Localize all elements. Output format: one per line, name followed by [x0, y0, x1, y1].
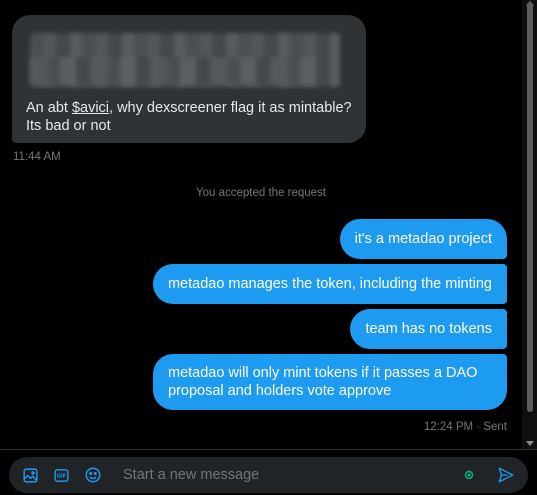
- message-thread: An abt $avici, why dexscreener flag it a…: [0, 0, 522, 450]
- image-icon[interactable]: [16, 457, 44, 493]
- incoming-timestamp: 11:44 AM: [13, 151, 61, 163]
- svg-text:GIF: GIF: [56, 473, 65, 479]
- outgoing-message-bubble[interactable]: metadao manages the token, including the…: [152, 264, 507, 304]
- status-dot-icon: [455, 457, 483, 493]
- outgoing-message-bubble[interactable]: metadao will only mint tokens if it pass…: [153, 354, 507, 410]
- message-input[interactable]: [123, 457, 453, 493]
- composer-bar: GIF: [0, 449, 537, 495]
- cashtag-link[interactable]: $avici: [72, 100, 109, 116]
- system-note: You accepted the request: [195, 187, 326, 199]
- outgoing-status: 12:24 PM · Sent: [423, 421, 507, 433]
- outgoing-message-bubble[interactable]: it's a metadao project: [339, 219, 507, 259]
- emoji-icon[interactable]: [79, 457, 107, 493]
- gif-icon[interactable]: GIF: [47, 457, 75, 493]
- incoming-message-bubble[interactable]: An abt $avici, why dexscreener flag it a…: [12, 15, 366, 143]
- scrollbar[interactable]: [522, 0, 537, 450]
- send-icon[interactable]: [492, 457, 520, 493]
- scrollbar-thumb[interactable]: [527, 2, 533, 412]
- incoming-message-text: An abt $avici, why dexscreener flag it a…: [26, 100, 352, 134]
- composer: GIF: [9, 457, 528, 493]
- redacted-content: [30, 57, 320, 85]
- scroll-down-arrow-icon[interactable]: [526, 441, 534, 446]
- outgoing-message-bubble[interactable]: team has no tokens: [350, 309, 507, 349]
